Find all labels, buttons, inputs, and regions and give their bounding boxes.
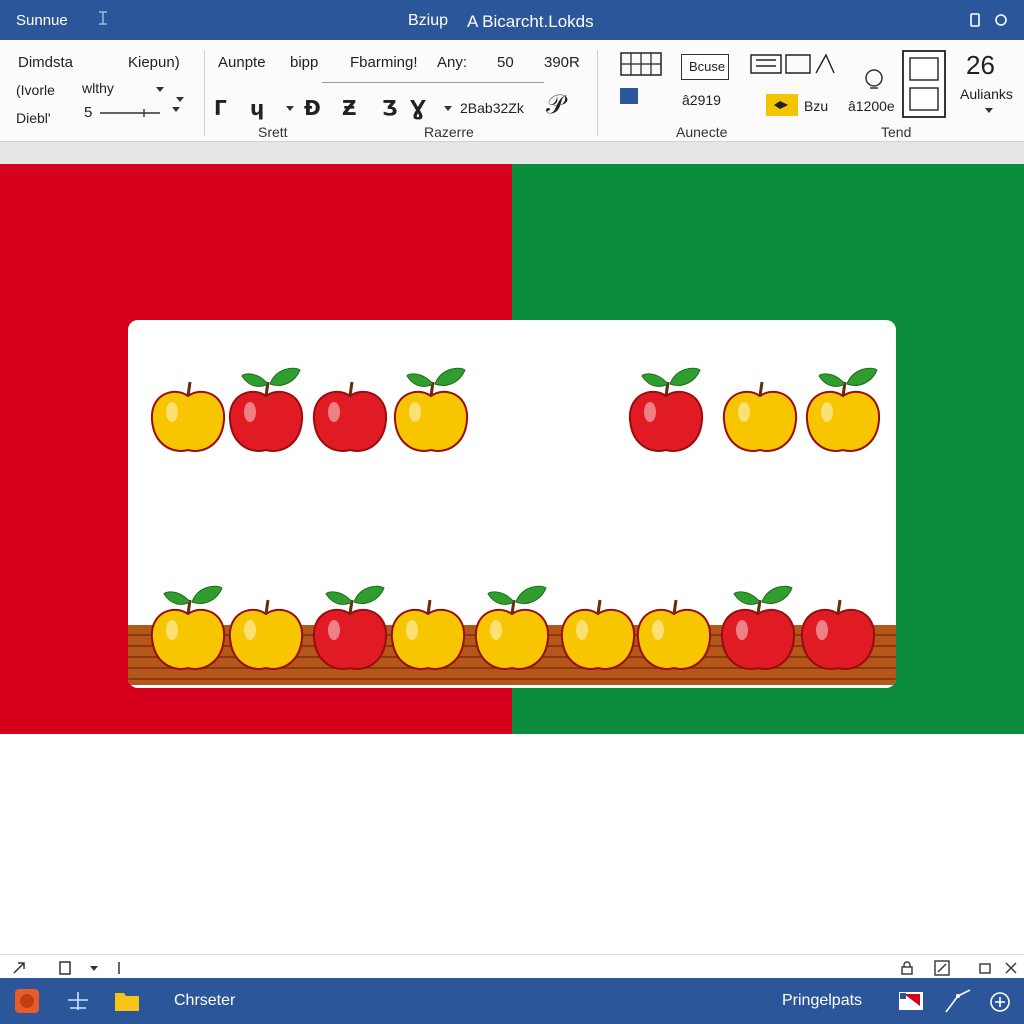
top-row-apple-4 [628, 367, 704, 452]
group-label: Razerre [424, 124, 474, 140]
shelf-row-apple-1 [228, 599, 304, 670]
app-name: Sunnue [16, 12, 68, 29]
expand-icon[interactable] [934, 960, 950, 976]
ribbon-label[interactable]: bipp [290, 54, 318, 71]
settings-icon[interactable] [994, 12, 1008, 28]
shelf-row-apple-7 [720, 585, 796, 670]
shelf-row-apple-3 [390, 599, 466, 670]
network-icon[interactable] [944, 988, 972, 1014]
start-icon[interactable] [14, 988, 40, 1014]
zoom-icon[interactable] [1004, 961, 1018, 975]
shelf-row-apple-2 [312, 585, 388, 670]
page-layout-icon[interactable] [902, 50, 946, 118]
underline-icon[interactable]: Ɖ [304, 96, 321, 120]
size-value[interactable]: 5 [84, 104, 92, 121]
ribbon: Dimdsta Kiepun) (Ivorle wlthy Diebl' 5 A… [0, 40, 1024, 142]
group-label: Tend [881, 124, 912, 140]
top-row-apple-1 [228, 367, 304, 452]
ribbon-label[interactable]: 50 [497, 54, 514, 71]
dropdown-caret-icon[interactable] [444, 106, 452, 111]
shelf-row-apple-8 [800, 599, 876, 670]
shelf-row-apple-5 [560, 599, 636, 670]
ribbon-separator [204, 50, 205, 136]
dropdown-caret-icon[interactable] [176, 97, 184, 102]
bold-icon[interactable]: Γ [214, 96, 227, 120]
subscript-icon[interactable]: Ʒ [382, 96, 397, 120]
folder-icon[interactable] [114, 988, 140, 1012]
shelf-row-apple-4 [474, 585, 550, 670]
apples-graphic [150, 367, 881, 670]
highlight-icon[interactable] [766, 94, 798, 116]
document-icon[interactable] [58, 961, 72, 975]
ribbon-separator [597, 50, 598, 136]
top-row-apple-5 [722, 381, 798, 452]
cursor-icon[interactable] [116, 961, 126, 975]
search-icon[interactable] [66, 990, 90, 1012]
style-box[interactable]: Bcuse [681, 54, 729, 80]
ribbon-label[interactable]: (Ivorle [16, 82, 55, 98]
lightbulb-icon[interactable] [862, 68, 886, 92]
ribbon-label[interactable]: Aulianks [960, 86, 1013, 102]
tab-label[interactable]: Bziup [408, 12, 448, 30]
dropdown-caret-icon[interactable] [90, 966, 98, 971]
ribbon-label[interactable]: Fbarming! [350, 54, 418, 71]
document-title: A Bicarcht.Lokds [467, 12, 594, 31]
volume-icon[interactable] [986, 988, 1014, 1014]
top-row-apple-2 [312, 381, 388, 452]
dropdown-caret-icon[interactable] [985, 108, 993, 113]
font-size-value[interactable]: 2Bab32Zk [460, 100, 524, 116]
ribbon-number[interactable]: 26 [966, 50, 995, 81]
italic-icon[interactable]: ɥ [250, 96, 264, 120]
flag-icon[interactable] [898, 990, 924, 1012]
group-label: Srett [258, 124, 288, 140]
status-bar [0, 954, 1024, 978]
slider-line-icon[interactable] [100, 108, 164, 118]
ribbon-rule [322, 82, 544, 83]
ribbon-label[interactable]: Diebl' [16, 110, 51, 126]
dropdown-caret-icon[interactable] [286, 106, 294, 111]
ribbon-label[interactable]: wlthy [82, 80, 114, 96]
dropdown-caret-icon[interactable] [172, 107, 180, 112]
shapes-icon[interactable] [750, 52, 836, 78]
color-swatch-icon[interactable] [620, 88, 638, 104]
apple-card[interactable] [128, 320, 896, 688]
ribbon-label[interactable]: Aunpte [218, 54, 266, 71]
shelf-row-apple-6 [636, 599, 712, 670]
paragraph-icon[interactable]: 𝒫 [546, 90, 565, 121]
pin-icon[interactable] [12, 961, 26, 975]
ribbon-value[interactable]: â2919 [682, 92, 721, 108]
title-bar: Sunnue Bziup A Bicarcht.Lokds [0, 0, 1024, 40]
taskbar-app-label[interactable]: Chrseter [174, 992, 235, 1010]
ribbon-label[interactable]: Kiepun) [128, 54, 180, 71]
ribbon-label[interactable]: Dimdsta [18, 54, 73, 71]
top-row-apple-6 [805, 367, 881, 452]
lock-icon[interactable] [900, 961, 914, 975]
dropdown-caret-icon[interactable] [156, 87, 164, 92]
top-row-apple-3 [393, 367, 469, 452]
ribbon-label[interactable]: Any: [437, 54, 467, 71]
group-label: Aunecte [676, 124, 728, 140]
quick-access-icon[interactable] [96, 10, 110, 28]
table-icon[interactable] [620, 52, 662, 78]
restore-window-icon[interactable] [968, 12, 982, 28]
taskbar-status-label[interactable]: Pringelpats [782, 992, 862, 1010]
shelf-row-apple-0 [150, 585, 226, 670]
ruler-band [0, 142, 1024, 164]
superscript-icon[interactable]: Ɣ [410, 96, 426, 120]
strikethrough-icon[interactable]: Ƶ [342, 96, 357, 120]
ribbon-value[interactable]: â1200e [848, 98, 895, 114]
print-icon[interactable] [978, 961, 992, 975]
ribbon-value[interactable]: Bzu [804, 98, 828, 114]
ribbon-label[interactable]: 390R [544, 54, 580, 71]
top-row-apple-0 [150, 381, 226, 452]
taskbar: Chrseter Pringelpats [0, 978, 1024, 1024]
